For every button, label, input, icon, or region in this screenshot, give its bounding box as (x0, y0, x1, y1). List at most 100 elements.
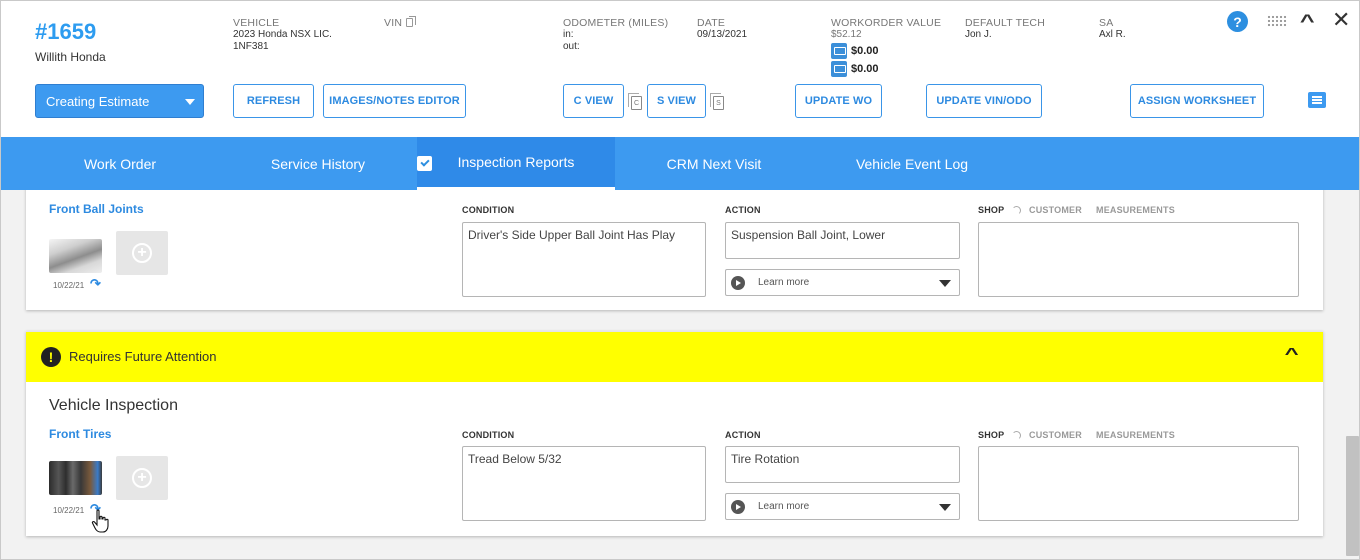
measurements-tab[interactable]: MEASUREMENTS (1096, 205, 1175, 215)
copy-icon[interactable] (406, 16, 417, 27)
play-icon (731, 500, 745, 514)
inspection-content: Front Ball Joints + 10/22/21 ↷ CONDITION… (1, 190, 1359, 559)
default-tech-field: DEFAULT TECH Jon J. (965, 17, 1045, 41)
vehicle-field: VEHICLE 2023 Honda NSX LIC. 1NF381 (233, 17, 332, 53)
customer-tab[interactable]: CUSTOMER (1029, 430, 1082, 440)
s-document-icon[interactable]: S (710, 93, 724, 110)
workorder-value: $52.12 (831, 29, 862, 40)
tab-bar: Work Order Service History Inspection Re… (1, 137, 1359, 190)
sa-field: SA Axl R. (1099, 17, 1126, 41)
chat-icon[interactable] (1308, 92, 1326, 108)
odometer-in: in: (563, 29, 574, 40)
workorder-value-field: WORKORDER VALUE $52.12 $0.00 $0.00 (831, 17, 941, 77)
amount-2: $0.00 (851, 63, 879, 75)
help-icon[interactable]: ? (1227, 11, 1248, 32)
customer-name: Willith Honda (35, 50, 106, 64)
sa-label: SA (1099, 17, 1114, 29)
future-attention-header[interactable]: ! Requires Future Attention ^ (26, 331, 1323, 382)
measurements-tab[interactable]: MEASUREMENTS (1096, 430, 1175, 440)
c-view-button[interactable]: C VIEW (563, 84, 624, 118)
vehicle-line1: 2023 Honda NSX LIC. (233, 29, 332, 40)
share-arrow-icon[interactable]: ↷ (90, 276, 101, 292)
images-notes-editor-button[interactable]: IMAGES/NOTES EDITOR (323, 84, 466, 118)
add-image-button[interactable]: + (116, 456, 168, 500)
inspection-image[interactable] (49, 239, 102, 273)
condition-field[interactable]: Driver's Side Upper Ball Joint Has Play (462, 222, 706, 297)
apps-grid-icon[interactable] (1267, 15, 1287, 27)
tab-crm-next-visit[interactable]: CRM Next Visit (635, 137, 793, 190)
assign-worksheet-button[interactable]: ASSIGN WORKSHEET (1130, 84, 1264, 118)
work-order-number: #1659 (35, 19, 97, 44)
date-field: DATE 09/13/2021 (697, 17, 747, 41)
app-window: #1659 Willith Honda VEHICLE 2023 Honda N… (0, 0, 1360, 560)
refresh-icon[interactable] (1012, 431, 1021, 440)
learn-more-dropdown[interactable]: Learn more (725, 493, 960, 520)
learn-more-label: Learn more (758, 501, 810, 512)
odometer-label: ODOMETER (MILES) (563, 17, 669, 29)
close-icon[interactable]: ✕ (1332, 7, 1350, 33)
alert-title: Requires Future Attention (69, 349, 217, 364)
shop-label: SHOP (978, 205, 1005, 215)
plus-icon: + (132, 243, 152, 263)
play-icon (731, 276, 745, 290)
update-vin-odo-button[interactable]: UPDATE VIN/ODO (926, 84, 1042, 118)
update-wo-button[interactable]: UPDATE WO (795, 84, 882, 118)
chevron-up-icon[interactable]: ^ (1300, 11, 1315, 32)
warning-icon: ! (41, 347, 61, 367)
tab-vehicle-event-log[interactable]: Vehicle Event Log (833, 137, 991, 190)
odometer-field: ODOMETER (MILES) in: out: (563, 17, 668, 53)
inspection-checkbox[interactable] (417, 156, 432, 171)
vin-field: VIN (384, 16, 417, 30)
item-title[interactable]: Front Tires (49, 427, 111, 441)
caret-down-icon (939, 280, 951, 287)
condition-label: CONDITION (462, 430, 515, 440)
amount-row-2: $0.00 (831, 61, 941, 77)
refresh-icon[interactable] (1012, 206, 1021, 215)
image-date: 10/22/21 (53, 281, 85, 290)
status-dropdown[interactable]: Creating Estimate (35, 84, 204, 118)
customer-tab[interactable]: CUSTOMER (1029, 205, 1082, 215)
inspection-image[interactable] (49, 461, 102, 495)
learn-more-dropdown[interactable]: Learn more (725, 269, 960, 296)
workorder-value-label: WORKORDER VALUE (831, 17, 942, 29)
vehicle-line2: 1NF381 (233, 41, 269, 52)
shop-notes-field[interactable] (978, 222, 1299, 297)
chevron-up-icon[interactable]: ^ (1285, 346, 1299, 364)
image-date: 10/22/21 (53, 506, 85, 515)
shop-label: SHOP (978, 430, 1005, 440)
sa-value: Axl R. (1099, 29, 1126, 40)
default-tech-label: DEFAULT TECH (965, 17, 1046, 29)
card-icon[interactable] (831, 43, 847, 59)
date-value: 09/13/2021 (697, 29, 748, 40)
tab-work-order[interactable]: Work Order (41, 137, 199, 190)
action-label: ACTION (725, 205, 761, 215)
condition-field[interactable]: Tread Below 5/32 (462, 446, 706, 521)
caret-down-icon (939, 504, 951, 511)
add-image-button[interactable]: + (116, 231, 168, 275)
action-label: ACTION (725, 430, 761, 440)
tab-inspection-reports[interactable]: Inspection Reports (417, 137, 615, 190)
vin-label: VIN (384, 17, 403, 29)
condition-label: CONDITION (462, 205, 515, 215)
amount-1: $0.00 (851, 45, 879, 57)
refresh-button[interactable]: REFRESH (233, 84, 314, 118)
tab-service-history[interactable]: Service History (239, 137, 397, 190)
c-document-icon[interactable]: C (628, 93, 642, 110)
scrollbar-thumb[interactable] (1346, 436, 1359, 556)
shop-notes-field[interactable] (978, 446, 1299, 521)
odometer-out: out: (563, 41, 580, 52)
card-icon[interactable] (831, 61, 847, 77)
default-tech-value: Jon J. (965, 29, 992, 40)
item-title[interactable]: Front Ball Joints (49, 202, 144, 216)
date-label: DATE (697, 17, 726, 29)
vehicle-label: VEHICLE (233, 17, 280, 29)
section-title: Vehicle Inspection (49, 397, 178, 414)
s-view-button[interactable]: S VIEW (647, 84, 706, 118)
plus-icon: + (132, 468, 152, 488)
status-value: Creating Estimate (46, 93, 150, 109)
amount-row-1: $0.00 (831, 43, 941, 59)
action-field[interactable]: Tire Rotation (725, 446, 960, 483)
caret-down-icon (185, 99, 195, 105)
action-field[interactable]: Suspension Ball Joint, Lower (725, 222, 960, 259)
hand-cursor-icon (91, 509, 109, 533)
